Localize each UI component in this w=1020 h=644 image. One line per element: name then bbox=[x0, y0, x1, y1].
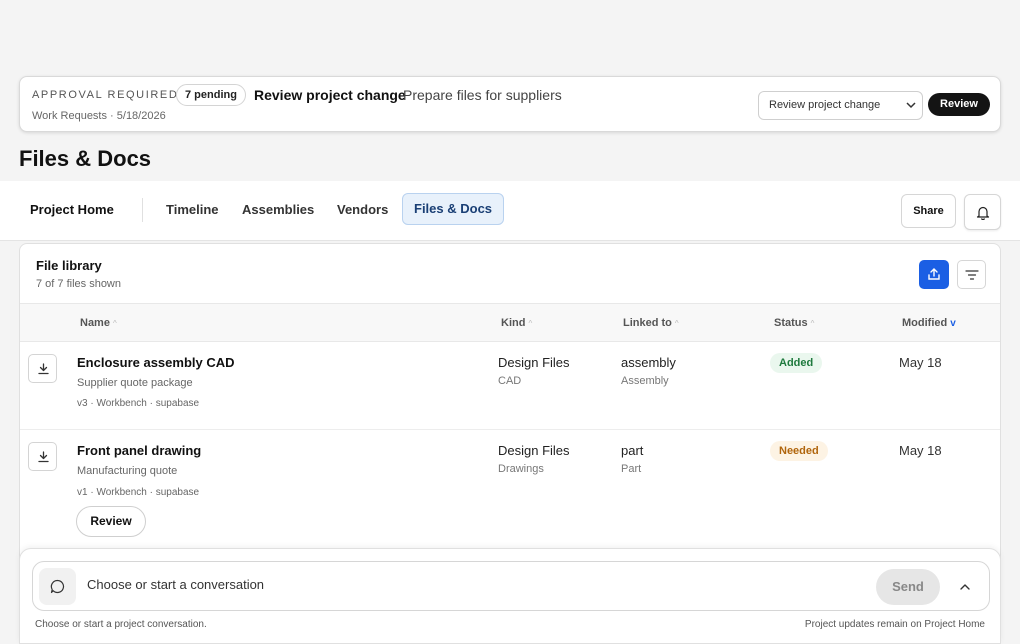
sort-arrow-icon: ^ bbox=[528, 319, 533, 328]
status-badge: Added bbox=[770, 353, 823, 373]
tab-timeline[interactable]: Timeline bbox=[166, 202, 219, 217]
sort-arrow-icon: ^ bbox=[112, 319, 117, 328]
col-kind[interactable]: Kind ^ bbox=[501, 317, 532, 329]
tab-vendors[interactable]: Vendors bbox=[337, 202, 388, 217]
file-modified: May 18 bbox=[899, 443, 942, 458]
col-name[interactable]: Name ^ bbox=[80, 317, 117, 329]
library-count: 7 of 7 files shown bbox=[36, 278, 121, 290]
col-linked-label: Linked to bbox=[623, 317, 672, 329]
expand-button[interactable] bbox=[952, 574, 978, 600]
page-title: Files & Docs bbox=[19, 146, 152, 171]
chevron-down-icon bbox=[906, 92, 916, 130]
download-button[interactable] bbox=[28, 354, 57, 383]
chat-hint-right: Project updates remain on Project Home bbox=[804, 619, 985, 630]
pending-badge: 7 pending bbox=[176, 84, 246, 106]
approval-meta: Work Requests · 5/18/2026 bbox=[32, 110, 166, 122]
table-row: Enclosure assembly CAD Supplier quote pa… bbox=[20, 343, 1000, 430]
table-row: Front panel drawing Manufacturing quote … bbox=[20, 431, 1000, 551]
file-meta: v3 · Workbench · supabase bbox=[77, 398, 200, 409]
send-button[interactable]: Send bbox=[876, 569, 940, 605]
col-status[interactable]: Status ^ bbox=[774, 317, 814, 329]
tab-assemblies[interactable]: Assemblies bbox=[242, 202, 314, 217]
download-button[interactable] bbox=[28, 442, 57, 471]
col-status-label: Status bbox=[774, 317, 808, 329]
nav-divider bbox=[142, 198, 143, 222]
file-description: Manufacturing quote bbox=[77, 465, 178, 477]
chat-input[interactable]: Choose or start a conversation bbox=[87, 577, 264, 592]
approval-review-button[interactable]: Review bbox=[928, 93, 990, 116]
col-modified[interactable]: Modified v bbox=[902, 317, 956, 329]
file-linked-sub: Part bbox=[621, 463, 642, 475]
col-kind-label: Kind bbox=[501, 317, 526, 329]
approval-kicker: APPROVAL REQUIRED bbox=[32, 89, 179, 101]
file-description: Supplier quote package bbox=[77, 377, 193, 389]
file-kind-sub: Drawings bbox=[498, 463, 544, 475]
approval-select-value: Review project change bbox=[769, 99, 881, 111]
file-modified: May 18 bbox=[899, 355, 942, 370]
file-kind-sub: CAD bbox=[498, 375, 522, 387]
sort-arrow-icon: ^ bbox=[674, 319, 679, 328]
file-linked-sub: Assembly bbox=[621, 375, 669, 387]
tab-files-docs[interactable]: Files & Docs bbox=[402, 193, 505, 225]
file-linked: assembly bbox=[621, 355, 676, 370]
upload-button[interactable] bbox=[919, 260, 949, 289]
file-meta: v1 · Workbench · supabase bbox=[77, 487, 200, 498]
col-name-label: Name bbox=[80, 317, 110, 329]
col-modified-label: Modified bbox=[902, 317, 948, 329]
chat-composer: Choose or start a conversation Send bbox=[32, 561, 990, 611]
conversation-picker-button[interactable] bbox=[39, 568, 76, 605]
file-linked: part bbox=[621, 443, 644, 458]
col-linked-to[interactable]: Linked to ^ bbox=[623, 317, 679, 329]
file-name[interactable]: Front panel drawing bbox=[77, 443, 201, 458]
file-kind: Design Files bbox=[498, 355, 570, 370]
approval-title: Review project change bbox=[254, 87, 406, 103]
filter-button[interactable] bbox=[957, 260, 986, 289]
status-badge: Needed bbox=[770, 441, 828, 461]
file-kind: Design Files bbox=[498, 443, 570, 458]
project-nav: Project Home Timeline Assemblies Vendors… bbox=[0, 181, 1020, 241]
approval-select[interactable]: Review project change bbox=[758, 91, 923, 120]
approval-banner: APPROVAL REQUIRED 7 pending Review proje… bbox=[19, 76, 1001, 132]
row-review-button[interactable]: Review bbox=[76, 506, 146, 537]
sort-desc-icon: v bbox=[950, 318, 956, 329]
notifications-button[interactable] bbox=[964, 194, 1001, 230]
table-header: Name ^ Kind ^ Linked to ^ Status ^ Modified v bbox=[20, 303, 1000, 342]
share-button[interactable]: Share bbox=[901, 194, 956, 228]
file-name[interactable]: Enclosure assembly CAD bbox=[77, 355, 235, 370]
chat-hint-left: Choose or start a project conversation. bbox=[35, 619, 207, 630]
library-title: File library bbox=[36, 258, 102, 273]
sort-arrow-icon: ^ bbox=[810, 319, 815, 328]
conversation-panel: Choose or start a conversation Send Choo… bbox=[19, 548, 1001, 644]
approval-subtitle: Prepare files for suppliers bbox=[403, 87, 562, 103]
nav-project-home[interactable]: Project Home bbox=[30, 202, 114, 217]
